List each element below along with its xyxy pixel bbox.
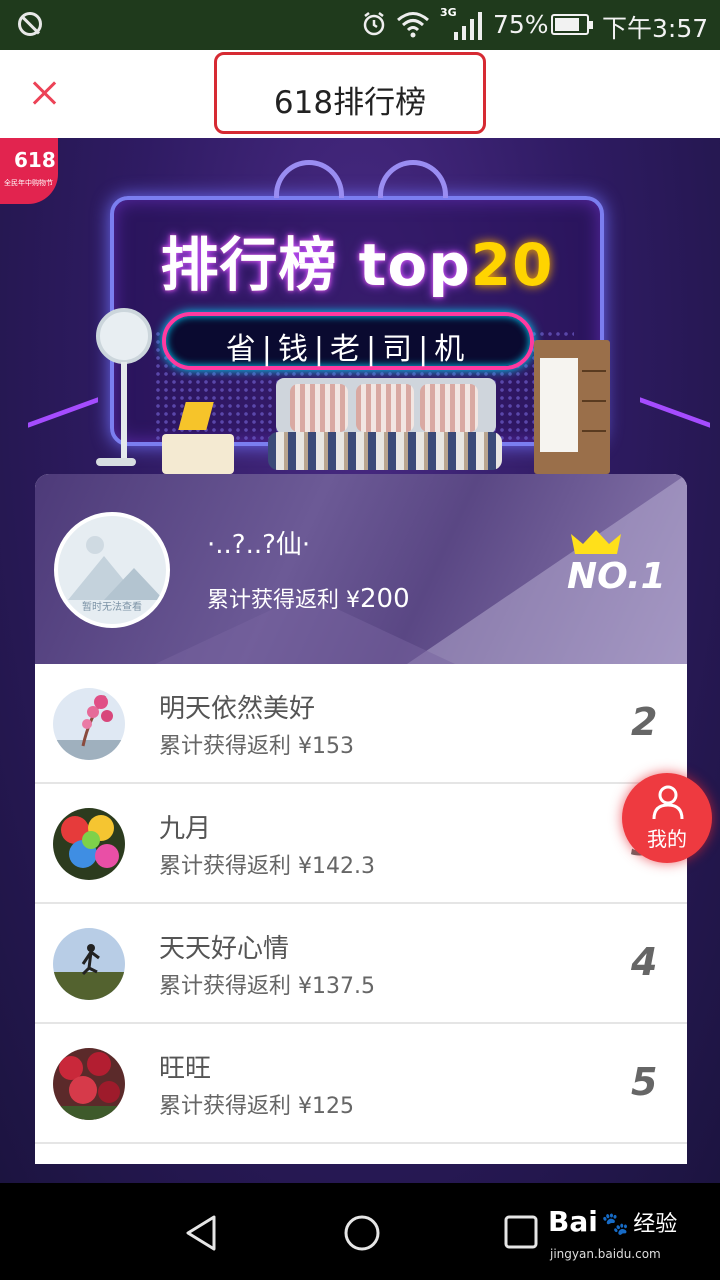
bookshelf-illustration (534, 340, 610, 474)
watermark-url: jingyan.baidu.com (550, 1247, 661, 1261)
avatar (53, 688, 125, 760)
banner-headline: 排行榜 top20 (114, 218, 600, 302)
user-name: 天天好心情 (159, 934, 290, 964)
ranking-list: 暂时无法查看 ·..?..?仙· 累计获得返利 ¥200 NO.1 明天依然美好… (35, 474, 687, 1164)
title-highlight-box: 618排行榜 (214, 52, 486, 134)
paw-icon: 🐾 (601, 1212, 630, 1237)
top-rank-earnings: 累计获得返利 ¥200 (207, 582, 410, 614)
earnings-amount: 200 (360, 584, 410, 614)
confetti-zigzag-left (28, 397, 98, 453)
person-icon (652, 785, 684, 820)
user-name: 明天依然美好 (159, 694, 316, 724)
event-badge-subtitle: 全民年中购物节 (4, 179, 53, 187)
banner-subtitle: 省|钱|老|司|机 (225, 332, 471, 367)
wifi-icon (397, 12, 429, 38)
watermark: Bai 🐾 经验 jingyan.baidu.com (548, 1205, 678, 1261)
user-earnings: 累计获得返利 ¥125 (159, 1094, 354, 1119)
avatar-placeholder-text: 暂时无法查看 (82, 602, 142, 613)
watermark-brand-suffix: 经验 (633, 1212, 678, 1237)
top-rank-card[interactable]: 暂时无法查看 ·..?..?仙· 累计获得返利 ¥200 NO.1 (35, 474, 687, 664)
home-icon[interactable] (342, 1213, 382, 1253)
watermark-brand: Bai (548, 1205, 598, 1238)
my-profile-label: 我的 (647, 827, 687, 851)
alarm-icon (363, 12, 385, 36)
my-profile-button[interactable]: 我的 (622, 773, 712, 863)
avatar (53, 1048, 125, 1120)
nightstand-illustration (162, 434, 234, 474)
rank-number: NO.1 (567, 556, 666, 597)
user-earnings: 累计获得返利 ¥137.5 (159, 974, 375, 999)
avatar (53, 808, 125, 880)
avatar (53, 928, 125, 1000)
battery-icon (551, 14, 593, 35)
banner-subtitle-pill: 省|钱|老|司|机 (162, 312, 534, 370)
cellular-signal-icon: 3G (440, 6, 484, 40)
blocked-notification-icon (18, 12, 42, 36)
crown-icon (571, 530, 621, 554)
list-item[interactable]: 明天依然美好 累计获得返利 ¥153 2 (35, 664, 687, 784)
fan-illustration (96, 308, 166, 478)
page-title: 618排行榜 (273, 85, 427, 121)
avatar-placeholder: 暂时无法查看 (54, 512, 170, 628)
event-badge-number: 618 (14, 148, 56, 172)
rank-number: 5 (631, 1060, 658, 1104)
lamp-illustration (168, 402, 216, 438)
title-bar: 618排行榜 (0, 50, 720, 138)
list-item[interactable]: 天天好心情 累计获得返利 ¥137.5 4 (35, 904, 687, 1024)
top-rank-name: ·..?..?仙· (207, 530, 311, 560)
rank-number: 4 (631, 940, 658, 984)
earnings-label: 累计获得返利 ¥ (207, 588, 360, 613)
event-badge: 618 全民年中购物节 (0, 138, 58, 204)
close-icon[interactable] (26, 74, 64, 112)
recent-apps-icon[interactable] (502, 1213, 542, 1253)
sign-handle-left (274, 160, 344, 198)
status-bar: 3G 75% 下午3:57 (0, 0, 720, 50)
confetti-zigzag-right (640, 397, 710, 453)
battery-percent: 75% (493, 10, 549, 39)
sign-handle-right (378, 160, 448, 198)
rank-number: 2 (631, 700, 658, 744)
list-item[interactable]: 九月 累计获得返利 ¥142.3 3 (35, 784, 687, 904)
user-earnings: 累计获得返利 ¥153 (159, 734, 354, 759)
user-name: 九月 (159, 814, 212, 844)
system-nav-bar: Bai 🐾 经验 jingyan.baidu.com (0, 1183, 720, 1280)
back-icon[interactable] (182, 1213, 222, 1253)
clock: 下午3:57 (602, 14, 709, 43)
sofa-illustration (268, 378, 502, 476)
user-name: 旺旺 (159, 1054, 212, 1084)
banner-headline-text: 排行榜 top (160, 231, 471, 299)
user-earnings: 累计获得返利 ¥142.3 (159, 854, 375, 879)
list-item[interactable]: 旺旺 累计获得返利 ¥125 5 (35, 1024, 687, 1144)
banner-headline-number: 20 (470, 231, 554, 299)
ranking-page[interactable]: 618 全民年中购物节 排行榜 top20 省|钱|老|司|机 暂时无法查看 ·… (0, 138, 720, 1183)
